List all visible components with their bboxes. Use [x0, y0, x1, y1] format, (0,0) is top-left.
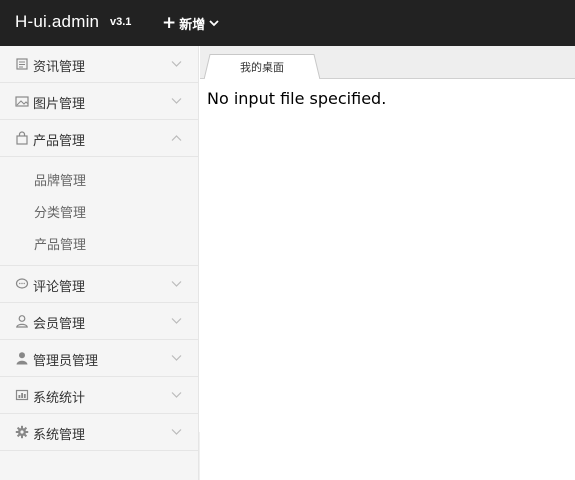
submenu-item-label: 产品管理: [34, 238, 87, 253]
sidebar-item-comments[interactable]: 评论管理: [0, 266, 198, 303]
chevron-down-icon: [171, 281, 182, 287]
main-content: No input file specified.: [200, 79, 575, 480]
user-outline-icon: [16, 315, 28, 328]
sidebar-item-label: 图片管理: [33, 97, 86, 112]
top-navbar: H-ui.admin v3.1 + 新增: [0, 0, 575, 46]
submenu-item-product[interactable]: 产品管理: [0, 227, 198, 259]
content-message: No input file specified.: [207, 89, 387, 108]
chevron-down-icon: [209, 20, 219, 27]
sidebar-item-label: 会员管理: [33, 317, 86, 332]
chevron-down-icon: [171, 355, 182, 361]
add-new-button[interactable]: + 新增: [162, 13, 219, 33]
chevron-down-icon: [171, 61, 182, 67]
image-icon: [15, 96, 29, 107]
chevron-up-icon: [171, 135, 182, 141]
sidebar-item-label: 产品管理: [33, 134, 86, 149]
user-solid-icon: [16, 352, 28, 365]
sidebar-item-images[interactable]: 图片管理: [0, 83, 198, 120]
sidebar-item-admins[interactable]: 管理员管理: [0, 340, 198, 377]
chevron-down-icon: [171, 318, 182, 324]
plus-icon: +: [162, 12, 177, 33]
sidebar-item-label: 系统统计: [33, 391, 86, 406]
products-submenu: 品牌管理 分类管理 产品管理: [0, 157, 198, 266]
stats-icon: [15, 389, 29, 401]
sidebar-item-label: 系统管理: [33, 428, 86, 443]
sidebar-item-label: 资讯管理: [33, 60, 86, 75]
tab-bar: 我的桌面: [200, 46, 575, 80]
comment-icon: [15, 278, 29, 289]
bag-icon: [16, 131, 28, 145]
chevron-down-icon: [171, 429, 182, 435]
sidebar-item-members[interactable]: 会员管理: [0, 303, 198, 340]
add-new-label: 新增: [179, 17, 206, 33]
sidebar-menu: 资讯管理 图片管理 产品管理 品牌管理 分类管理 产品管理 评论管理 会员管理 …: [0, 46, 199, 480]
chevron-down-icon: [171, 392, 182, 398]
submenu-item-brand[interactable]: 品牌管理: [0, 163, 198, 195]
sidebar-item-statistics[interactable]: 系统统计: [0, 377, 198, 414]
tab-label: 我的桌面: [240, 61, 284, 74]
version-badge: v3.1: [110, 16, 132, 28]
submenu-item-label: 分类管理: [34, 206, 87, 221]
news-icon: [16, 58, 28, 70]
submenu-item-category[interactable]: 分类管理: [0, 195, 198, 227]
sidebar-item-products[interactable]: 产品管理: [0, 120, 198, 157]
submenu-item-label: 品牌管理: [34, 174, 87, 189]
sidebar-item-news[interactable]: 资讯管理: [0, 46, 198, 83]
sidebar-item-label: 评论管理: [33, 280, 86, 295]
app-logo[interactable]: H-ui.admin: [15, 12, 99, 32]
sidebar-item-system[interactable]: 系统管理: [0, 414, 198, 451]
chevron-down-icon: [171, 98, 182, 104]
sidebar-item-label: 管理员管理: [33, 354, 99, 369]
gear-icon: [15, 425, 29, 439]
tab-my-desktop[interactable]: 我的桌面: [204, 54, 320, 80]
